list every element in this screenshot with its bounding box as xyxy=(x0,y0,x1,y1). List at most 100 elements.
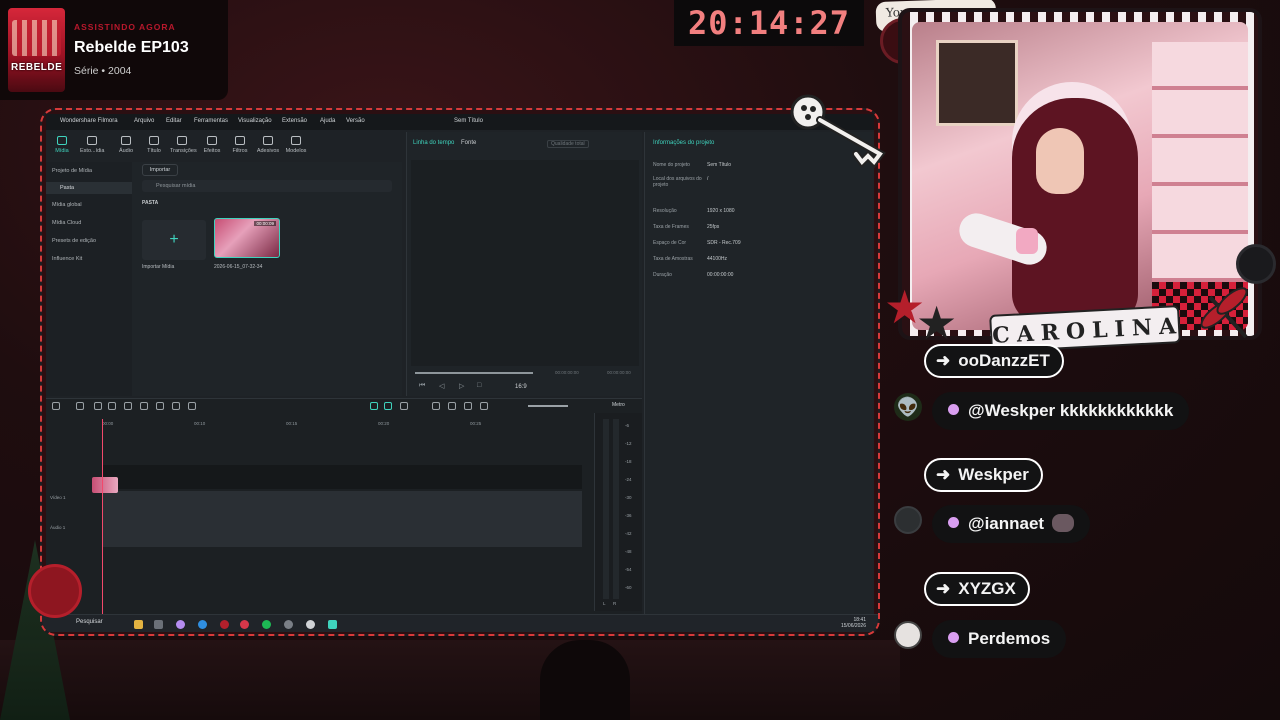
tab-templates[interactable]: Modelos xyxy=(284,132,308,154)
transition-icon xyxy=(177,136,187,145)
spotify-icon[interactable] xyxy=(262,620,271,629)
now-watching-card: REBELDE ASSISTINDO AGORA Rebelde EP103 S… xyxy=(0,0,228,100)
media-player-icon[interactable] xyxy=(306,620,315,629)
tab-filters[interactable]: Filtros xyxy=(228,132,252,154)
grid-icon[interactable] xyxy=(52,402,60,410)
sidebar-item-edit-presets[interactable]: Presets de edição xyxy=(52,238,96,244)
streamer xyxy=(1012,98,1138,324)
obs-icon[interactable] xyxy=(284,620,293,629)
dragonfly-icon xyxy=(1200,287,1248,339)
text-icon[interactable] xyxy=(156,402,164,410)
info-value: 25fps xyxy=(707,224,720,230)
image-icon[interactable] xyxy=(480,402,488,410)
redo-icon[interactable] xyxy=(108,402,116,410)
crop-icon[interactable] xyxy=(172,402,180,410)
media-toolbar: Mídia Esto...ídia Áudio Título Transiçõe… xyxy=(46,132,402,162)
stop-button[interactable]: □ xyxy=(477,382,481,389)
info-key: Duração xyxy=(653,272,672,278)
app-name: Wondershare Filmora xyxy=(60,118,118,124)
aspect-ratio-select[interactable]: 16:9 xyxy=(515,384,527,390)
effects-icon xyxy=(207,136,217,145)
zoom-slider[interactable] xyxy=(528,405,568,407)
prev-frame-button[interactable]: ⏮ xyxy=(419,382,425,390)
sidebar-item-influence-kit[interactable]: Influence Kit xyxy=(52,256,82,262)
button-decoration xyxy=(1236,244,1276,284)
project-info-panel: Informações do projeto Nome do projeto Se… xyxy=(644,132,874,614)
import-media-tile[interactable]: + xyxy=(142,220,206,260)
meter-toggle[interactable]: Metro xyxy=(612,402,625,408)
select-tool-icon[interactable] xyxy=(76,402,84,410)
meter-channel-right: R xyxy=(613,601,617,606)
shelf xyxy=(1152,42,1248,282)
template-icon xyxy=(291,136,301,145)
chat-app-icon[interactable] xyxy=(176,620,185,629)
folder-icon[interactable] xyxy=(134,620,143,629)
menu-extensao[interactable]: Extensão xyxy=(282,118,307,124)
media-search-input[interactable]: Pesquisar mídia xyxy=(142,180,392,192)
now-watching-title: Rebelde EP103 xyxy=(74,39,189,56)
dark-avatar xyxy=(894,506,922,534)
import-button[interactable]: Importar xyxy=(142,164,178,176)
menu-ferramentas[interactable]: Ferramentas xyxy=(194,118,228,124)
screen-capture-frame: Wondershare Filmora Arquivo Editar Ferra… xyxy=(40,108,880,636)
menu-arquivo[interactable]: Arquivo xyxy=(134,118,154,124)
undo-icon[interactable] xyxy=(94,402,102,410)
quality-select[interactable]: Qualidade total xyxy=(547,140,589,148)
sidebar-item-project-media[interactable]: Projeto de Mídia xyxy=(52,168,92,174)
media-clip-thumbnail[interactable]: 00:00:09 xyxy=(214,218,280,258)
playback-scrubber[interactable] xyxy=(415,372,533,374)
tab-audio[interactable]: Áudio xyxy=(114,132,138,154)
render-icon[interactable] xyxy=(384,402,392,410)
chat-message-text: @iannaet xyxy=(968,514,1045,533)
show-poster: REBELDE xyxy=(8,8,65,92)
sidebar-item-cloud-media[interactable]: Mídia Cloud xyxy=(52,220,81,226)
speed-icon[interactable] xyxy=(188,402,196,410)
mic-icon[interactable] xyxy=(448,402,456,410)
background-floor xyxy=(0,640,900,720)
filmora-icon[interactable] xyxy=(328,620,337,629)
star-icon: ★ xyxy=(916,297,958,349)
sidebar-item-global-media[interactable]: Mídia global xyxy=(52,202,82,208)
timeline-playhead[interactable] xyxy=(102,419,103,615)
split-icon[interactable] xyxy=(140,402,148,410)
tab-stock-label: Esto...ídia xyxy=(80,148,105,154)
tab-titles[interactable]: Título xyxy=(142,132,166,154)
recording-icon[interactable] xyxy=(220,620,229,629)
ruler-tick: 00:20 xyxy=(378,421,390,426)
shield-icon[interactable] xyxy=(432,402,440,410)
tab-source-view[interactable]: Fonte xyxy=(461,140,476,146)
user-color-dot xyxy=(948,404,959,415)
timeline-clip[interactable] xyxy=(92,477,118,493)
taskbar-search[interactable]: Pesquisar xyxy=(76,619,103,625)
menu-visualizacao[interactable]: Visualização xyxy=(238,118,272,124)
media-sidebar: Projeto de Mídia Pasta Mídia global Mídi… xyxy=(46,162,132,396)
menu-ajuda[interactable]: Ajuda xyxy=(320,118,335,124)
tab-effects[interactable]: Efeitos xyxy=(200,132,224,154)
play-button[interactable]: ▷ xyxy=(459,382,464,390)
tab-transitions[interactable]: Transições xyxy=(170,132,197,154)
menu-editar[interactable]: Editar xyxy=(166,118,182,124)
marker-icon[interactable] xyxy=(400,402,408,410)
delete-icon[interactable] xyxy=(124,402,132,410)
tab-stock-media[interactable]: Esto...ídia xyxy=(80,132,104,154)
video-track[interactable] xyxy=(102,465,582,489)
ai-icon[interactable] xyxy=(370,402,378,410)
menu-versao[interactable]: Versão xyxy=(346,118,365,124)
media-panel: Projeto de Mídia Pasta Mídia global Mídi… xyxy=(46,162,402,396)
audio-track[interactable] xyxy=(102,491,582,547)
total-time: 00:00:00:00 xyxy=(607,370,631,375)
meter-db-label: -54 xyxy=(625,567,632,572)
sidebar-item-folder[interactable]: Pasta xyxy=(46,182,132,194)
info-key: Taxa de Frames xyxy=(653,224,689,230)
app-icon[interactable] xyxy=(154,620,163,629)
mixer-icon[interactable] xyxy=(464,402,472,410)
chrome-icon[interactable] xyxy=(240,620,249,629)
tab-stickers[interactable]: Adesivos xyxy=(256,132,280,154)
ruler-tick: 00:25 xyxy=(470,421,482,426)
tab-templates-label: Modelos xyxy=(285,148,307,154)
step-back-button[interactable]: ◁ xyxy=(439,382,444,390)
folder-heading: PASTA xyxy=(142,200,159,206)
tab-media[interactable]: Mídia xyxy=(50,132,74,154)
edge-icon[interactable] xyxy=(198,620,207,629)
tab-timeline-view[interactable]: Linha do tempo xyxy=(413,140,454,146)
